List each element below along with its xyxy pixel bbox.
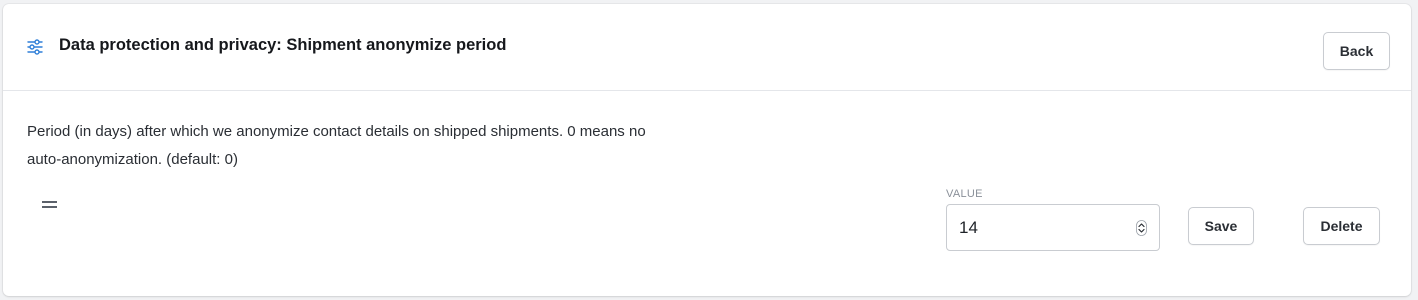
- spinner-arrows-icon[interactable]: [1136, 220, 1147, 236]
- drag-handle-icon[interactable]: [42, 201, 57, 209]
- value-field-label: VALUE: [946, 188, 983, 200]
- delete-button[interactable]: Delete: [1303, 207, 1380, 245]
- save-button[interactable]: Save: [1188, 207, 1254, 245]
- value-number-input[interactable]: 14: [946, 204, 1160, 251]
- page-title: Data protection and privacy: Shipment an…: [59, 36, 507, 54]
- setting-description: Period (in days) after which we anonymiz…: [27, 123, 646, 168]
- back-button[interactable]: Back: [1323, 32, 1390, 70]
- sliders-icon: [27, 39, 43, 55]
- settings-card: Data protection and privacy: Shipment an…: [3, 4, 1411, 296]
- value-input-text[interactable]: 14: [959, 218, 978, 238]
- card-header: Data protection and privacy: Shipment an…: [3, 4, 1411, 91]
